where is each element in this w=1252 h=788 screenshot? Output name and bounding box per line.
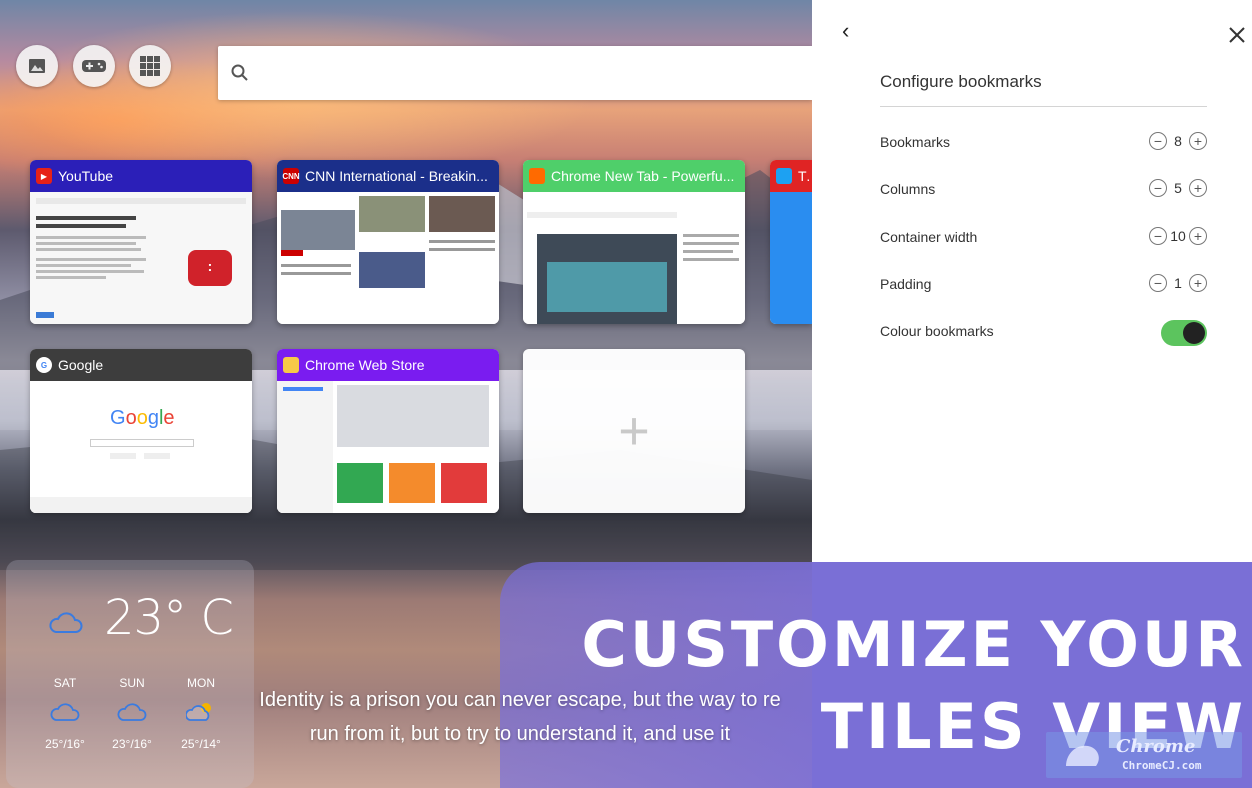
tile-preview	[277, 192, 499, 324]
cloud-icon	[50, 703, 80, 721]
background-image-button[interactable]	[16, 45, 58, 87]
padding-stepper: − 1 +	[1149, 274, 1207, 292]
add-bookmark-tile[interactable]: +	[523, 349, 745, 513]
bookmark-tile-cnn[interactable]: CNN CNN International - Breakin...	[277, 160, 499, 324]
increment-button[interactable]: +	[1189, 179, 1207, 197]
watermark-main-text: Chrome	[1116, 736, 1196, 757]
chrome-new-tab-icon	[529, 168, 545, 184]
tile-preview	[277, 381, 499, 513]
setting-label: Columns	[880, 181, 936, 197]
watermark-logo-icon	[1066, 745, 1099, 766]
increment-button[interactable]: +	[1189, 132, 1207, 150]
promo-line-1: CUSTOMIZE YOUR	[581, 608, 1246, 681]
forecast-day: SUN 23°/16°	[102, 676, 162, 751]
stepper-value: 8	[1174, 133, 1182, 149]
games-button[interactable]	[73, 45, 115, 87]
divider	[880, 106, 1207, 107]
forecast-day-name: SAT	[53, 676, 77, 690]
setting-colour-bookmarks: Colour bookmarks	[880, 320, 1207, 346]
cloud-icon	[49, 612, 83, 633]
tile-header: Chrome Web Store	[277, 349, 499, 381]
tile-preview	[523, 192, 745, 324]
watermark-sub-text: ChromeCJ.com	[1122, 759, 1202, 772]
stepper-value: 10	[1170, 228, 1186, 244]
setting-label: Padding	[880, 276, 932, 292]
configure-bookmarks-panel: ‹ Configure bookmarks Bookmarks − 8 + Co…	[812, 0, 1252, 562]
bookmark-tile-chrome-web-store[interactable]: Chrome Web Store	[277, 349, 499, 513]
tile-header: CNN CNN International - Breakin...	[277, 160, 499, 192]
cnn-icon: CNN	[282, 168, 300, 184]
weather-widget: 23° C SAT 25°/16° SUN 23°/16° MON 25°/14…	[6, 560, 254, 788]
current-temperature: 23° C	[104, 590, 234, 646]
increment-button[interactable]: +	[1189, 274, 1207, 292]
search-input[interactable]	[262, 56, 792, 90]
tile-header: ▶ YouTube	[30, 160, 252, 192]
youtube-icon: ▶	[36, 168, 52, 184]
tile-title: Chrome Web Store	[305, 357, 425, 373]
forecast-day: SAT 25°/16°	[35, 676, 95, 751]
search-icon	[231, 64, 248, 81]
stepper-value: 5	[1174, 180, 1182, 196]
back-arrow-icon[interactable]: ‹	[842, 18, 862, 43]
decrement-button[interactable]: −	[1149, 132, 1167, 150]
tiles-view-button[interactable]	[129, 45, 171, 87]
gamepad-icon	[82, 60, 106, 72]
setting-label: Colour bookmarks	[880, 323, 994, 339]
stepper-value: 1	[1174, 275, 1182, 291]
decrement-button[interactable]: −	[1149, 227, 1167, 245]
grid-icon	[140, 56, 160, 76]
bookmark-tile-chrome-new-tab[interactable]: Chrome New Tab - Powerfu...	[523, 160, 745, 324]
tile-header: Tw	[770, 160, 812, 192]
tile-title: Tw	[798, 168, 812, 184]
tile-title: CNN International - Breakin...	[305, 168, 488, 184]
setting-padding: Padding − 1 +	[880, 272, 1207, 296]
plus-icon: +	[618, 401, 650, 461]
increment-button[interactable]: +	[1189, 227, 1207, 245]
google-icon: G	[36, 357, 52, 373]
decrement-button[interactable]: −	[1149, 179, 1167, 197]
tile-preview	[770, 192, 812, 324]
columns-stepper: − 5 +	[1149, 179, 1207, 197]
colour-bookmarks-toggle[interactable]	[1161, 320, 1207, 346]
panel-title: Configure bookmarks	[880, 72, 1042, 91]
tile-preview: :	[30, 192, 252, 324]
tile-title: Google	[58, 357, 104, 373]
bookmark-tile-youtube[interactable]: ▶ YouTube :	[30, 160, 252, 324]
watermark: Chrome ChromeCJ.com	[1046, 732, 1242, 778]
forecast-range: 23°/16°	[112, 737, 152, 751]
setting-label: Container width	[880, 229, 978, 245]
bookmark-tile-twitter[interactable]: Tw	[770, 160, 812, 324]
setting-columns: Columns − 5 +	[880, 177, 1207, 201]
chrome-web-store-icon	[283, 357, 299, 373]
tile-title: YouTube	[58, 168, 114, 184]
setting-label: Bookmarks	[880, 134, 951, 150]
search-bar	[218, 46, 812, 100]
forecast-day-name: SUN	[119, 676, 145, 690]
tile-title: Chrome New Tab - Powerfu...	[551, 168, 735, 184]
toggle-knob	[1183, 322, 1205, 344]
tile-header: G Google	[30, 349, 252, 381]
forecast-range: 25°/16°	[45, 737, 85, 751]
bookmark-tile-google[interactable]: G Google Google	[30, 349, 252, 513]
cloud-icon	[117, 703, 147, 721]
close-icon[interactable]	[1227, 25, 1247, 45]
container-width-stepper: − 10 +	[1149, 227, 1207, 245]
twitter-icon	[776, 168, 792, 184]
setting-container-width: Container width − 10 +	[880, 225, 1207, 249]
setting-bookmarks: Bookmarks − 8 +	[880, 130, 1207, 154]
decrement-button[interactable]: −	[1149, 274, 1167, 292]
tile-preview: Google	[30, 381, 252, 513]
image-icon	[29, 59, 45, 73]
bookmarks-stepper: − 8 +	[1149, 132, 1207, 150]
tile-header: Chrome New Tab - Powerfu...	[523, 160, 745, 192]
